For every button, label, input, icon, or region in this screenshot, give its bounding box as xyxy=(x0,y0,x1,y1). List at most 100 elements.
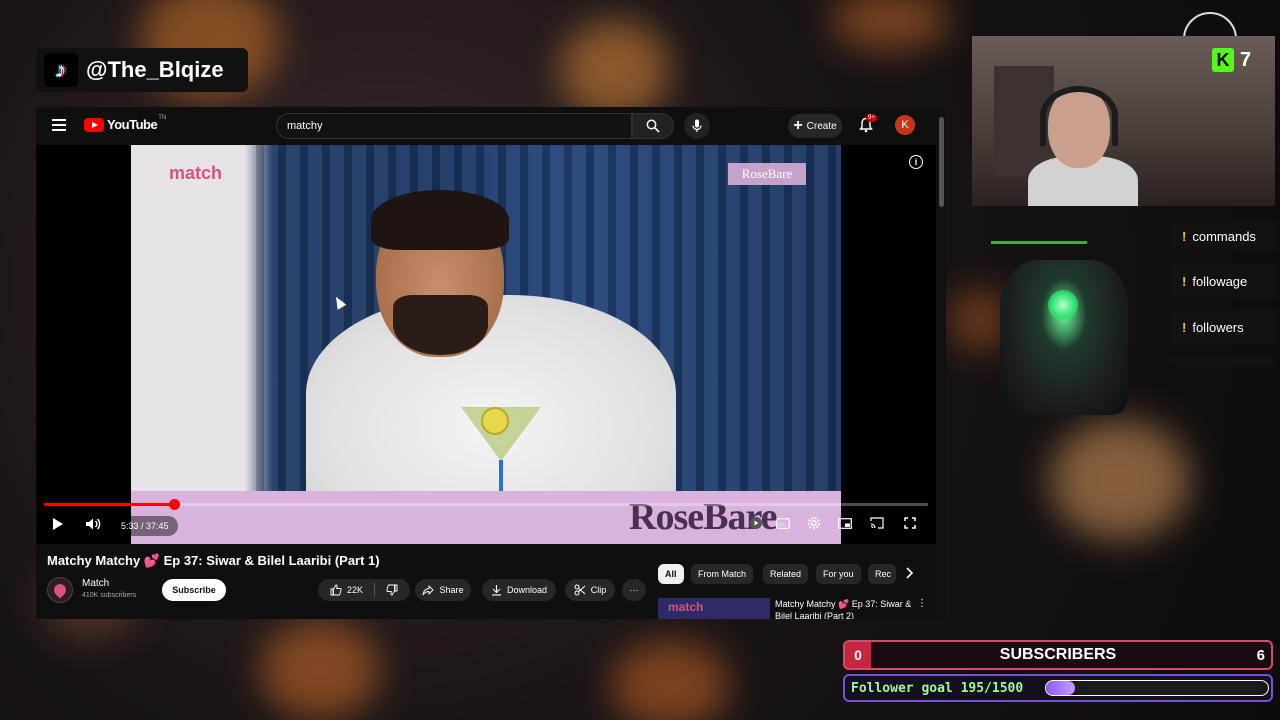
autoplay-toggle[interactable] xyxy=(748,515,764,531)
subscribers-widget: 0 SUBSCRIBERS 6 xyxy=(843,640,1273,670)
chip-from-match[interactable]: From Match xyxy=(691,564,754,584)
subscribers-label: SUBSCRIBERS xyxy=(999,646,1117,663)
headset-icon xyxy=(1040,86,1118,146)
kick-viewer-count: 7 xyxy=(1240,48,1252,71)
play-icon xyxy=(53,518,63,530)
info-icon[interactable]: i xyxy=(909,155,923,169)
video-frame: match RoseBare RoseBare xyxy=(131,145,841,544)
command-item: ! followage xyxy=(1172,264,1275,298)
progress-played xyxy=(44,503,174,506)
settings-button[interactable] xyxy=(806,515,822,531)
svg-text:CC: CC xyxy=(779,521,787,527)
youtube-play-logo-icon xyxy=(84,117,104,132)
captions-button[interactable]: CC xyxy=(775,515,791,531)
volume-button[interactable] xyxy=(84,515,102,533)
volume-icon xyxy=(86,518,101,530)
video-player[interactable]: match RoseBare RoseBare i 5:33 / 37:45 C… xyxy=(36,145,936,544)
youtube-window: YouTube TN matchy + Create 9+ K match Ro… xyxy=(36,107,946,619)
create-button[interactable]: + Create xyxy=(788,114,842,138)
cast-icon xyxy=(870,517,884,529)
gear-icon xyxy=(807,516,821,530)
channel-subscriber-count: 410K subscribers xyxy=(82,592,137,599)
download-label: Download xyxy=(506,585,548,595)
autoplay-icon xyxy=(750,517,762,529)
chip-for-you[interactable]: For you xyxy=(816,564,861,584)
share-label: Share xyxy=(439,585,464,595)
video-info-section: Matchy Matchy 💕 Ep 37: Siwar & Bilel Laa… xyxy=(36,544,936,619)
time-display: 5:33 / 37:45 xyxy=(112,516,178,536)
kick-logo-icon: K xyxy=(1212,48,1234,72)
avatar-health-bar xyxy=(991,241,1087,244)
account-avatar[interactable]: K xyxy=(895,115,915,135)
plus-icon: + xyxy=(793,117,803,134)
thumbs-down-icon[interactable] xyxy=(386,584,398,596)
youtube-topbar: YouTube TN matchy + Create 9+ K xyxy=(36,107,936,145)
progress-scrubber-handle[interactable] xyxy=(168,499,180,510)
more-actions-button[interactable]: ··· xyxy=(622,579,646,601)
channel-name[interactable]: Match xyxy=(82,578,109,589)
notification-count-badge: 9+ xyxy=(866,114,877,122)
miniplayer-icon xyxy=(838,517,852,529)
video-progress-bar[interactable] xyxy=(44,499,928,510)
play-button[interactable] xyxy=(50,515,66,533)
subscribe-button[interactable]: Subscribe xyxy=(162,579,226,601)
microphone-icon xyxy=(692,119,702,132)
chip-recent[interactable]: Rec xyxy=(868,564,896,584)
command-item: ! followers xyxy=(1172,310,1275,344)
search-icon xyxy=(646,119,660,133)
robot-avatar xyxy=(1000,260,1128,415)
robot-glow-core xyxy=(1048,290,1078,320)
recommended-video-menu-icon[interactable]: ⋮ xyxy=(917,598,927,609)
chips-next-button[interactable] xyxy=(904,566,914,585)
follower-goal-fill xyxy=(1046,681,1075,695)
cast-button[interactable] xyxy=(869,515,885,531)
like-button[interactable]: 22K xyxy=(330,584,363,596)
chip-related[interactable]: Related xyxy=(763,564,809,584)
clip-label: Clip xyxy=(590,585,607,595)
recommended-video-title[interactable]: Matchy Matchy 💕 Ep 37: Siwar & Bilel Laa… xyxy=(775,598,915,619)
command-item-partial xyxy=(1172,356,1275,366)
follower-goal-text: Follower goal 195/1500 xyxy=(851,680,1024,696)
search-input[interactable]: matchy xyxy=(276,113,632,139)
fullscreen-button[interactable] xyxy=(902,515,918,531)
download-icon xyxy=(491,585,501,596)
command-item: ! commands xyxy=(1172,222,1275,250)
command-label: followers xyxy=(1192,319,1244,335)
chevron-right-icon xyxy=(906,567,914,579)
like-count: 22K xyxy=(346,585,363,595)
like-dislike-group: 22K xyxy=(318,579,410,601)
scissors-icon xyxy=(574,584,586,596)
kick-viewer-badge: K 7 xyxy=(1212,48,1251,72)
download-button[interactable]: Download xyxy=(482,579,556,601)
youtube-logo-text: YouTube xyxy=(107,117,158,132)
share-button[interactable]: Share xyxy=(415,579,471,601)
follower-goal-widget: Follower goal 195/1500 xyxy=(843,674,1273,702)
tiktok-icon: ♪ xyxy=(44,53,78,87)
heart-icon xyxy=(51,581,69,599)
create-label: Create xyxy=(806,120,837,132)
search-button[interactable] xyxy=(632,113,674,139)
match-watermark: match xyxy=(169,163,223,183)
recommended-video-thumbnail[interactable]: match xyxy=(658,598,770,619)
page-scrollbar[interactable] xyxy=(936,107,946,619)
video-title: Matchy Matchy 💕 Ep 37: Siwar & Bilel Laa… xyxy=(47,553,380,568)
tiktok-handle-badge: ♪ @The_Blqize xyxy=(36,48,248,92)
thumbs-up-icon xyxy=(330,584,342,596)
channel-avatar[interactable] xyxy=(47,577,73,603)
follower-goal-bar xyxy=(1045,680,1269,696)
youtube-logo-country: TN xyxy=(158,115,167,121)
command-label: followage xyxy=(1192,273,1248,289)
clip-button[interactable]: Clip xyxy=(565,579,615,601)
subscribers-count: 6 xyxy=(1256,647,1265,664)
youtube-logo[interactable]: YouTube TN xyxy=(84,115,167,132)
chip-all[interactable]: All xyxy=(658,564,684,584)
menu-icon[interactable] xyxy=(52,119,66,131)
miniplayer-button[interactable] xyxy=(837,515,853,531)
subscribers-start-count: 0 xyxy=(845,642,871,668)
sponsor-badge: RoseBare xyxy=(728,163,806,185)
command-label: commands xyxy=(1192,229,1256,244)
voice-search-button[interactable] xyxy=(684,113,710,139)
fullscreen-icon xyxy=(904,517,916,529)
tiktok-handle: @The_Blqize xyxy=(86,57,224,82)
scrollbar-thumb[interactable] xyxy=(939,117,944,207)
